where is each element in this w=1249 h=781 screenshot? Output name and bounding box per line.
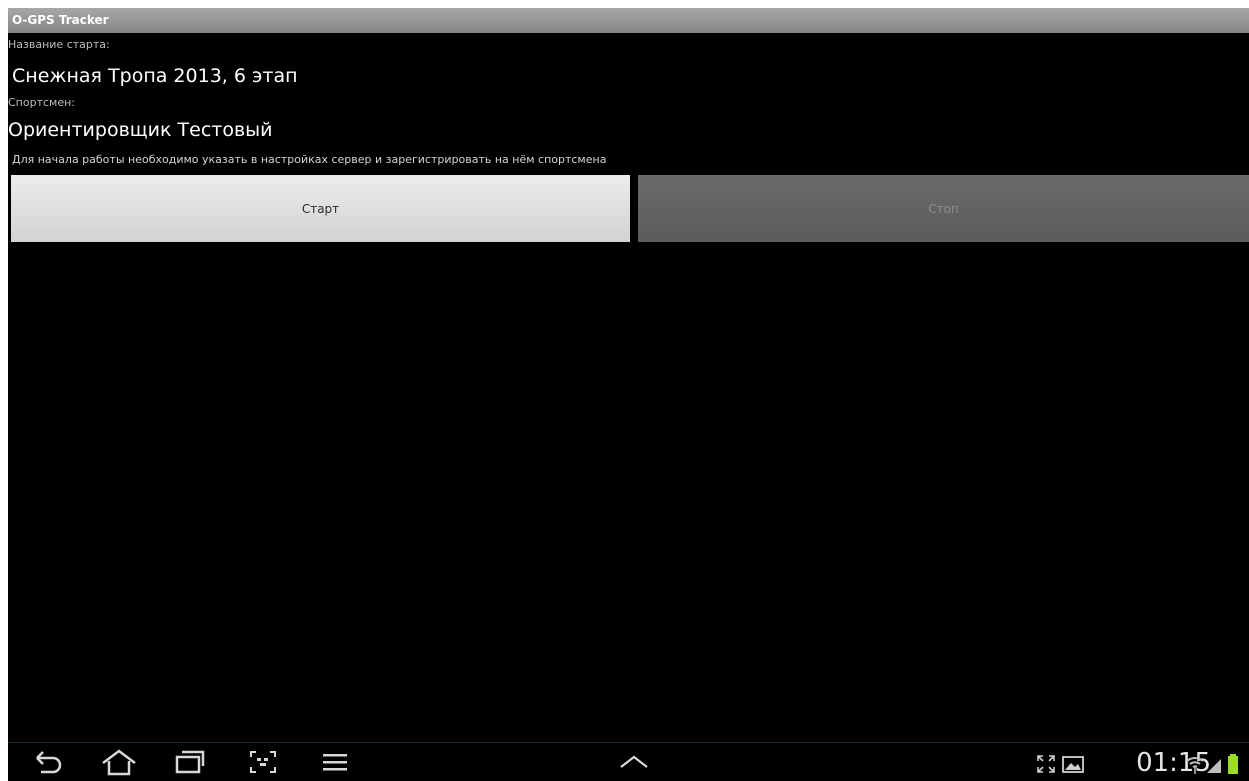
athlete-label: Спортсмен: <box>8 96 76 109</box>
fullscreen-icon <box>1036 753 1056 775</box>
app-title-bar: O-GPS Tracker <box>8 8 1249 33</box>
screenshot-icon[interactable] <box>245 747 281 777</box>
recent-apps-icon[interactable] <box>171 747 209 777</box>
app-title: O-GPS Tracker <box>12 13 109 27</box>
start-button-label: Старт <box>301 201 340 216</box>
athlete-value: Ориентировщик Тестовый <box>8 119 273 141</box>
stop-button-label: Стоп <box>928 201 959 216</box>
wifi-icon <box>1185 753 1205 775</box>
start-name-label: Название старта: <box>8 38 110 51</box>
image-notification-icon <box>1061 753 1085 775</box>
start-button[interactable]: Старт <box>11 175 630 242</box>
chevron-up-icon[interactable] <box>616 747 652 777</box>
setup-hint: Для начала работы необходимо указать в н… <box>12 153 607 166</box>
battery-icon <box>1226 753 1240 775</box>
start-name-value: Снежная Тропа 2013, 6 этап <box>12 65 298 87</box>
stop-button: Стоп <box>638 175 1249 242</box>
home-icon[interactable] <box>97 747 141 777</box>
app-screen: O-GPS Tracker Название старта: Снежная Т… <box>8 8 1249 781</box>
system-navigation-bar: 01:15 <box>8 742 1249 781</box>
back-icon[interactable] <box>28 747 68 777</box>
menu-icon[interactable] <box>318 747 352 777</box>
signal-icon <box>1205 753 1223 775</box>
